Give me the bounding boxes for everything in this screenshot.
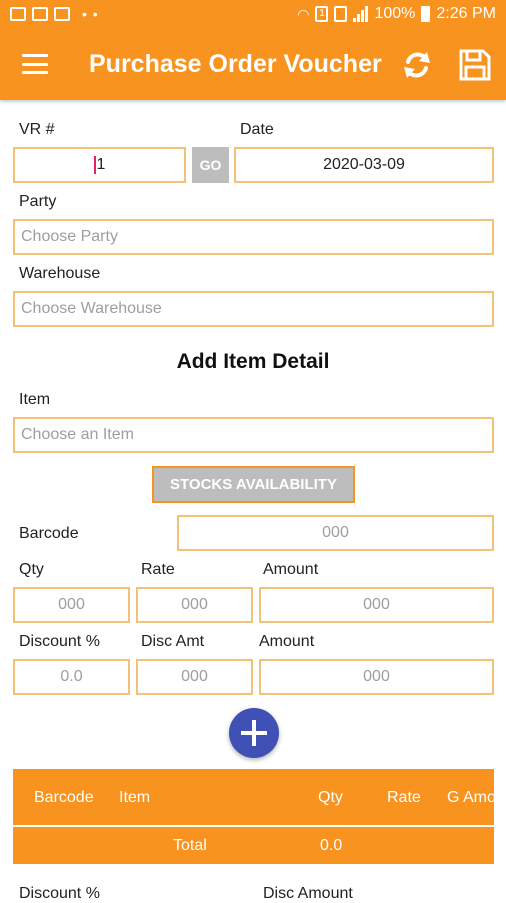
net-amount-placeholder: 000 bbox=[363, 668, 390, 685]
disc-amt-label: Disc Amt bbox=[141, 633, 205, 650]
vr-number-value: 1 bbox=[96, 156, 106, 173]
mail-icon bbox=[54, 7, 70, 21]
mail-icon bbox=[32, 7, 48, 21]
amount-placeholder: 000 bbox=[363, 596, 390, 613]
battery-icon bbox=[421, 6, 431, 22]
barcode-input[interactable]: 000 bbox=[177, 515, 494, 551]
disc-amt-placeholder: 000 bbox=[181, 668, 208, 685]
more-notifications-icon: • • bbox=[82, 6, 99, 22]
gallery-icon bbox=[10, 7, 26, 21]
total-label: Total bbox=[173, 837, 207, 854]
vr-label: VR # bbox=[19, 121, 55, 138]
save-icon[interactable] bbox=[458, 48, 492, 82]
footer-discount-percent-label: Discount % bbox=[19, 885, 100, 902]
menu-icon[interactable] bbox=[22, 54, 48, 74]
rate-label: Rate bbox=[141, 561, 175, 578]
refresh-icon[interactable] bbox=[400, 48, 434, 82]
discount-percent-placeholder: 0.0 bbox=[60, 668, 83, 685]
rate-placeholder: 000 bbox=[181, 596, 208, 613]
discount-percent-label: Discount % bbox=[19, 633, 100, 650]
column-barcode: Barcode bbox=[34, 789, 94, 806]
go-button[interactable]: GO bbox=[192, 147, 229, 183]
net-amount-label: Amount bbox=[259, 633, 315, 650]
item-placeholder: Choose an Item bbox=[21, 426, 134, 443]
signal-icon bbox=[353, 6, 369, 22]
wifi-icon: ◠ bbox=[297, 5, 310, 22]
net-amount-input[interactable]: 000 bbox=[259, 659, 494, 695]
footer-disc-amount-label: Disc Amount bbox=[263, 885, 353, 902]
items-table-total-row: Total 0.0 bbox=[13, 827, 494, 864]
add-item-button[interactable] bbox=[229, 708, 279, 758]
system-icons: ◠ 1 100% 2:26 PM bbox=[297, 5, 496, 23]
column-rate: Rate bbox=[387, 789, 421, 806]
warehouse-select[interactable]: Choose Warehouse bbox=[13, 291, 494, 327]
no-sim-icon bbox=[334, 6, 348, 22]
stocks-availability-button[interactable]: STOCKS AVAILABILITY bbox=[152, 466, 355, 503]
barcode-placeholder: 000 bbox=[322, 524, 349, 541]
warehouse-label: Warehouse bbox=[19, 265, 101, 282]
item-label: Item bbox=[19, 391, 51, 408]
battery-percent: 100% bbox=[374, 5, 416, 22]
date-input[interactable]: 2020-03-09 bbox=[234, 147, 494, 183]
total-qty: 0.0 bbox=[320, 837, 343, 854]
barcode-label: Barcode bbox=[19, 525, 79, 542]
date-value: 2020-03-09 bbox=[323, 156, 405, 173]
qty-placeholder: 000 bbox=[58, 596, 85, 613]
qty-label: Qty bbox=[19, 561, 44, 578]
item-select[interactable]: Choose an Item bbox=[13, 417, 494, 453]
party-select[interactable]: Choose Party bbox=[13, 219, 494, 255]
disc-amt-input[interactable]: 000 bbox=[136, 659, 253, 695]
status-bar: • • ◠ 1 100% 2:26 PM bbox=[0, 0, 506, 30]
notification-icons: • • bbox=[10, 6, 99, 22]
rate-input[interactable]: 000 bbox=[136, 587, 253, 623]
text-cursor bbox=[93, 156, 96, 174]
party-placeholder: Choose Party bbox=[21, 228, 118, 245]
page-title: Purchase Order Voucher bbox=[89, 50, 382, 78]
app-bar: Purchase Order Voucher bbox=[0, 30, 506, 100]
warehouse-placeholder: Choose Warehouse bbox=[21, 300, 162, 317]
party-label: Party bbox=[19, 193, 57, 210]
qty-input[interactable]: 000 bbox=[13, 587, 130, 623]
date-label: Date bbox=[240, 121, 274, 138]
column-item: Item bbox=[119, 789, 151, 806]
amount-input[interactable]: 000 bbox=[259, 587, 494, 623]
vr-number-input[interactable]: 1 bbox=[13, 147, 186, 183]
sim-icon: 1 bbox=[315, 6, 329, 22]
clock: 2:26 PM bbox=[436, 5, 496, 22]
items-table-header: Barcode Item Qty Rate G Amo bbox=[13, 769, 494, 825]
column-qty: Qty bbox=[318, 789, 343, 806]
amount-label: Amount bbox=[263, 561, 319, 578]
section-title: Add Item Detail bbox=[176, 350, 330, 373]
column-gross-amount: G Amo bbox=[447, 789, 494, 806]
discount-percent-input[interactable]: 0.0 bbox=[13, 659, 130, 695]
